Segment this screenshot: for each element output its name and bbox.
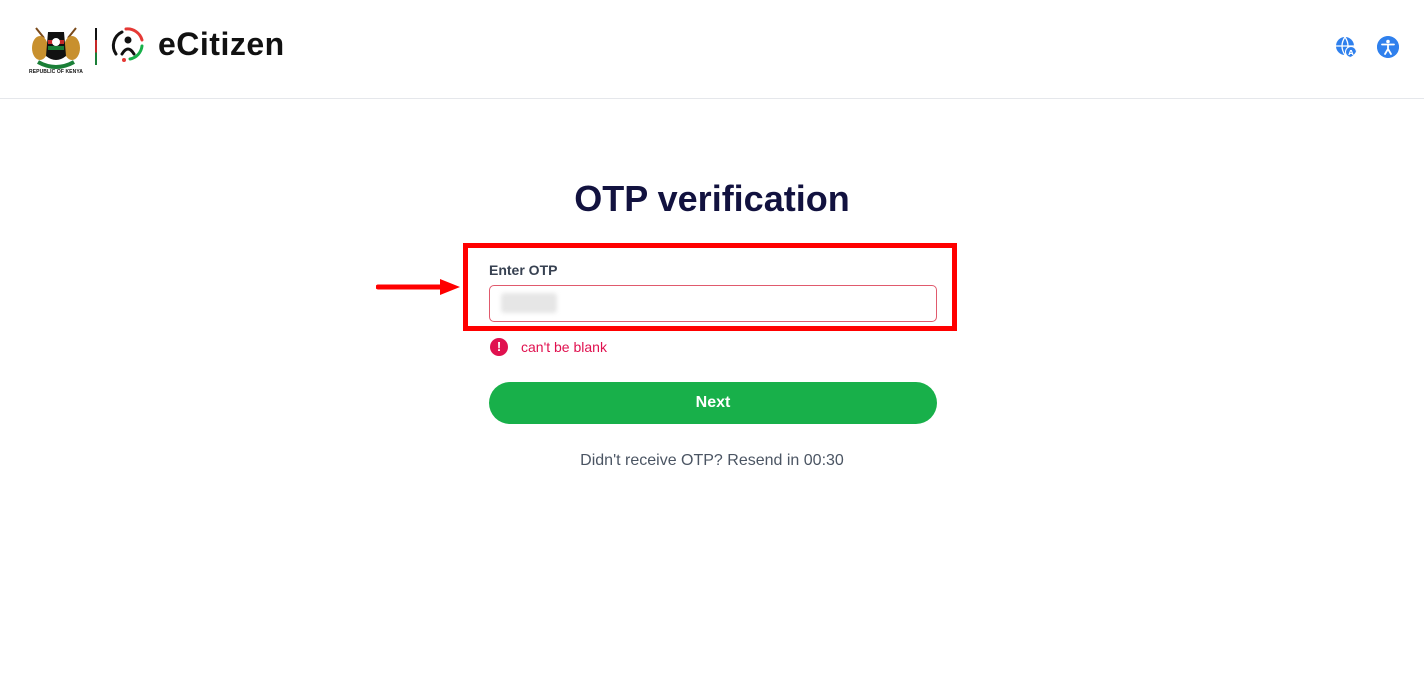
page-title: OTP verification [574, 178, 850, 219]
language-icon[interactable]: A [1335, 36, 1357, 58]
svg-text:A: A [1348, 49, 1354, 57]
ecitizen-logo-icon [111, 27, 144, 62]
annotation-arrow-icon [376, 279, 460, 295]
coat-caption: REPUBLIC OF KENYA [28, 69, 84, 75]
otp-field-label: Enter OTP [489, 262, 558, 278]
accessibility-icon[interactable] [1377, 36, 1399, 58]
resend-link[interactable]: Resend in [727, 452, 799, 469]
resend-prefix: Didn't receive OTP? [580, 452, 723, 469]
next-button[interactable]: Next [489, 382, 937, 424]
error-icon: ! [490, 338, 508, 356]
top-header: REPUBLIC OF KENYA eCitizen A [0, 0, 1424, 99]
otp-redacted-value [501, 293, 557, 313]
resend-otp-text: Didn't receive OTP? Resend in 00:30 [0, 451, 1424, 471]
logo-divider [95, 28, 97, 65]
resend-timer: 00:30 [803, 452, 844, 469]
otp-error-message: can't be blank [521, 339, 607, 355]
brand-name: eCitizen [158, 26, 285, 62]
